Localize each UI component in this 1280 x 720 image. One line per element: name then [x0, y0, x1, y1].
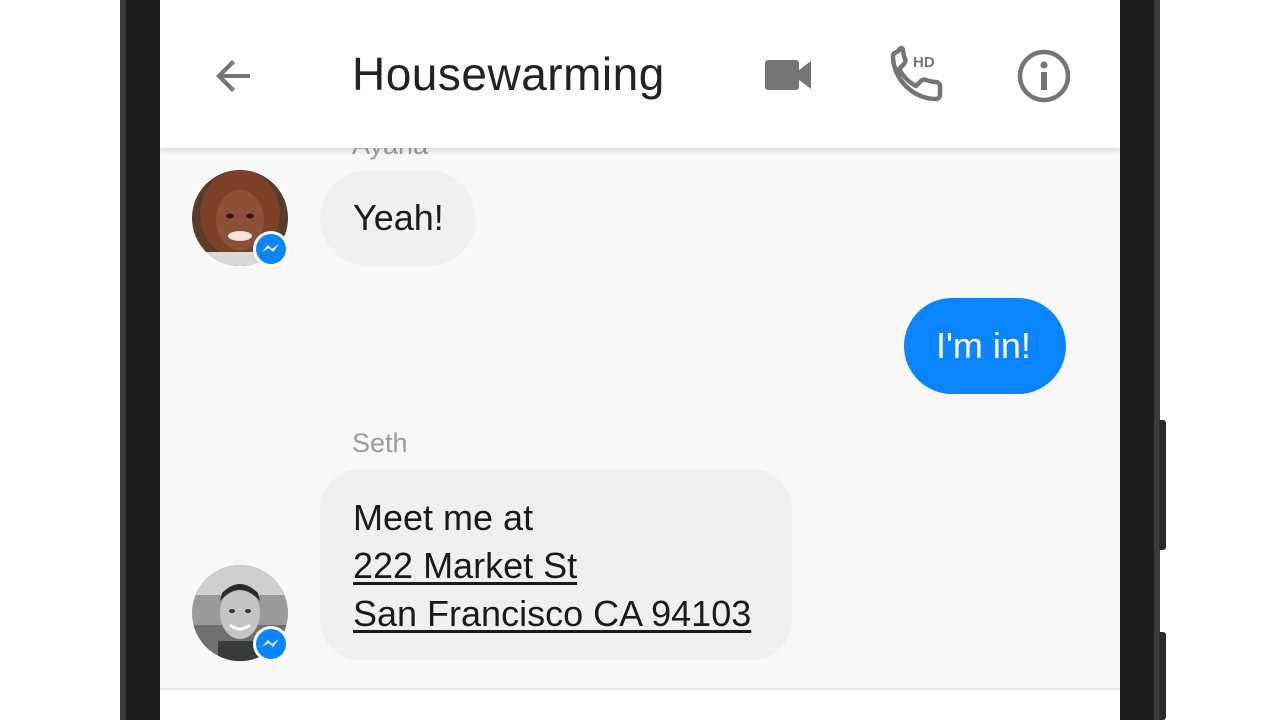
incoming-message-bubble[interactable]: Meet me at 222 Market St San Francisco C… [320, 469, 792, 660]
arrow-left-icon [216, 60, 250, 92]
avatar[interactable] [192, 170, 289, 267]
composer-area [160, 688, 1120, 720]
hd-phone-icon: HD [890, 45, 943, 102]
phone-frame-left [120, 0, 160, 720]
messenger-badge-icon [253, 231, 289, 267]
hd-voice-call-button[interactable]: HD [888, 45, 948, 104]
conversation-info-button[interactable] [1016, 48, 1072, 104]
avatar[interactable] [192, 565, 289, 662]
phone-side-button [1159, 420, 1166, 550]
info-icon [1017, 49, 1071, 103]
address-link[interactable]: San Francisco CA 94103 [353, 590, 792, 638]
hd-label: HD [913, 54, 935, 71]
outgoing-message-bubble[interactable]: I'm in! [904, 298, 1066, 394]
messenger-badge-icon [253, 626, 289, 662]
chat-screen: Housewarming HD Yeah! I'm in! Seth Meet … [160, 0, 1120, 720]
phone-frame-right [1120, 0, 1160, 720]
phone-side-button [1159, 632, 1166, 720]
conversation-title: Housewarming [352, 48, 665, 100]
message-text: I'm in! [936, 325, 1031, 366]
video-call-button[interactable] [760, 50, 816, 100]
incoming-message-bubble[interactable]: Yeah! [320, 170, 476, 266]
conversation-header: Housewarming HD [160, 0, 1120, 148]
stage: Housewarming HD Yeah! I'm in! Seth Meet … [0, 0, 1280, 720]
address-link[interactable]: 222 Market St [353, 542, 792, 590]
sender-name: Seth [352, 428, 408, 458]
video-camera-icon [765, 60, 811, 90]
message-text: Yeah! [353, 197, 444, 238]
message-text: Meet me at [353, 497, 534, 538]
back-button[interactable] [210, 52, 258, 100]
